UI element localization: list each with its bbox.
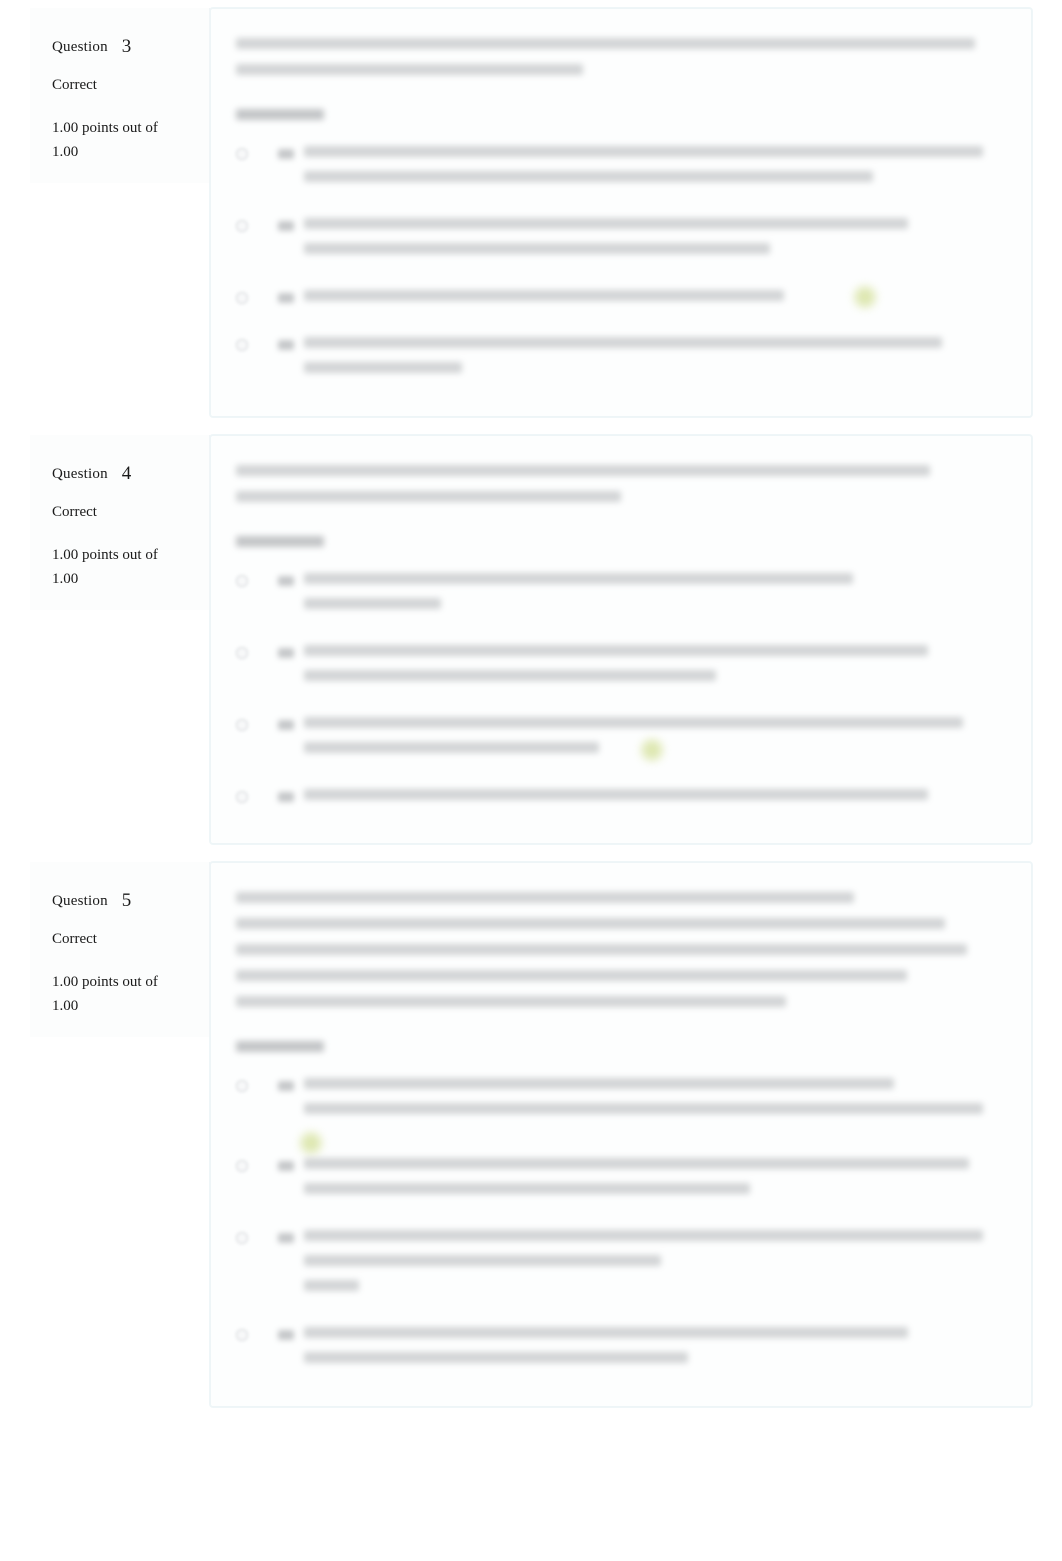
question-state: Correct	[52, 77, 97, 93]
grade-line-2: 1.00	[52, 144, 79, 161]
option-text	[304, 218, 990, 268]
option-letter	[278, 221, 294, 231]
option-letter	[278, 720, 294, 730]
answer-options-list	[236, 573, 990, 814]
question-word: Question	[52, 466, 108, 482]
radio-button-icon[interactable]	[236, 1232, 248, 1244]
question-card: Question 5 Correct 1.00 points out of 1.0…	[30, 862, 1032, 1407]
radio-button-icon[interactable]	[236, 575, 248, 587]
grade-line-2: 1.00	[52, 998, 79, 1015]
select-one-label	[236, 109, 324, 120]
option-text	[304, 789, 990, 814]
question-grade: 1.00 points out of 1.00	[52, 970, 182, 1019]
question-content	[210, 8, 1032, 417]
grade-line-1: 1.00 points out of	[52, 120, 158, 136]
option-text	[304, 645, 990, 695]
question-number-label: Question 3	[52, 36, 191, 58]
option-text	[304, 1230, 990, 1305]
option-letter	[278, 1161, 294, 1171]
question-content	[210, 435, 1032, 844]
answer-option[interactable]	[236, 717, 990, 767]
correct-answer-check-icon	[298, 1130, 324, 1156]
question-number: 4	[121, 463, 132, 484]
grade-line-1: 1.00 points out of	[52, 974, 158, 990]
answer-option[interactable]	[236, 218, 990, 268]
answer-options-list	[236, 1078, 990, 1377]
question-number-label: Question 5	[52, 890, 191, 912]
answer-option[interactable]	[236, 337, 990, 387]
radio-button-icon[interactable]	[236, 647, 248, 659]
option-text	[304, 284, 990, 315]
question-number: 5	[121, 890, 132, 911]
answer-option[interactable]	[236, 645, 990, 695]
question-stem	[236, 892, 990, 1007]
option-letter	[278, 1330, 294, 1340]
option-letter	[278, 1233, 294, 1243]
question-info-panel: Question 3 Correct 1.00 points out of 1.0…	[30, 8, 210, 183]
radio-button-icon[interactable]	[236, 1080, 248, 1092]
question-info-panel: Question 5 Correct 1.00 points out of 1.0…	[30, 862, 210, 1037]
radio-button-icon[interactable]	[236, 1160, 248, 1172]
answer-option[interactable]	[236, 1158, 990, 1208]
question-card: Question 4 Correct 1.00 points out of 1.0…	[30, 435, 1032, 844]
answer-option[interactable]	[236, 1230, 990, 1305]
select-one-label	[236, 1041, 324, 1052]
question-state: Correct	[52, 504, 97, 520]
quiz-review-page: Question 3 Correct 1.00 points out of 1.0…	[0, 0, 1062, 1407]
question-word: Question	[52, 893, 108, 909]
answer-options-list	[236, 146, 990, 387]
question-stem	[236, 38, 990, 75]
radio-button-icon[interactable]	[236, 791, 248, 803]
option-letter	[278, 792, 294, 802]
radio-button-icon[interactable]	[236, 1329, 248, 1341]
option-letter	[278, 149, 294, 159]
question-content	[210, 862, 1032, 1407]
option-letter	[278, 576, 294, 586]
option-text	[304, 1327, 990, 1377]
answer-option[interactable]	[236, 789, 990, 814]
option-letter	[278, 648, 294, 658]
answer-option[interactable]	[236, 573, 990, 623]
answer-option[interactable]	[236, 1327, 990, 1377]
question-info-panel: Question 4 Correct 1.00 points out of 1.0…	[30, 435, 210, 610]
question-state: Correct	[52, 931, 97, 947]
option-letter	[278, 340, 294, 350]
option-letter	[278, 1081, 294, 1091]
option-letter	[278, 293, 294, 303]
option-text	[304, 573, 990, 623]
grade-line-2: 1.00	[52, 571, 79, 588]
answer-option[interactable]	[236, 1078, 990, 1156]
question-word: Question	[52, 39, 108, 55]
option-text	[304, 146, 990, 196]
option-text	[298, 1078, 990, 1156]
radio-button-icon[interactable]	[236, 148, 248, 160]
answer-option[interactable]	[236, 284, 990, 315]
question-stem	[236, 465, 990, 502]
option-text	[304, 337, 990, 387]
radio-button-icon[interactable]	[236, 339, 248, 351]
question-number: 3	[121, 36, 132, 57]
question-grade: 1.00 points out of 1.00	[52, 116, 182, 165]
answer-option[interactable]	[236, 146, 990, 196]
question-number-label: Question 4	[52, 463, 191, 485]
option-text	[304, 717, 990, 767]
question-grade: 1.00 points out of 1.00	[52, 543, 182, 592]
question-card: Question 3 Correct 1.00 points out of 1.0…	[30, 8, 1032, 417]
radio-button-icon[interactable]	[236, 220, 248, 232]
radio-button-icon[interactable]	[236, 719, 248, 731]
option-text	[304, 1158, 990, 1208]
radio-button-icon[interactable]	[236, 292, 248, 304]
grade-line-1: 1.00 points out of	[52, 547, 158, 563]
select-one-label	[236, 536, 324, 547]
